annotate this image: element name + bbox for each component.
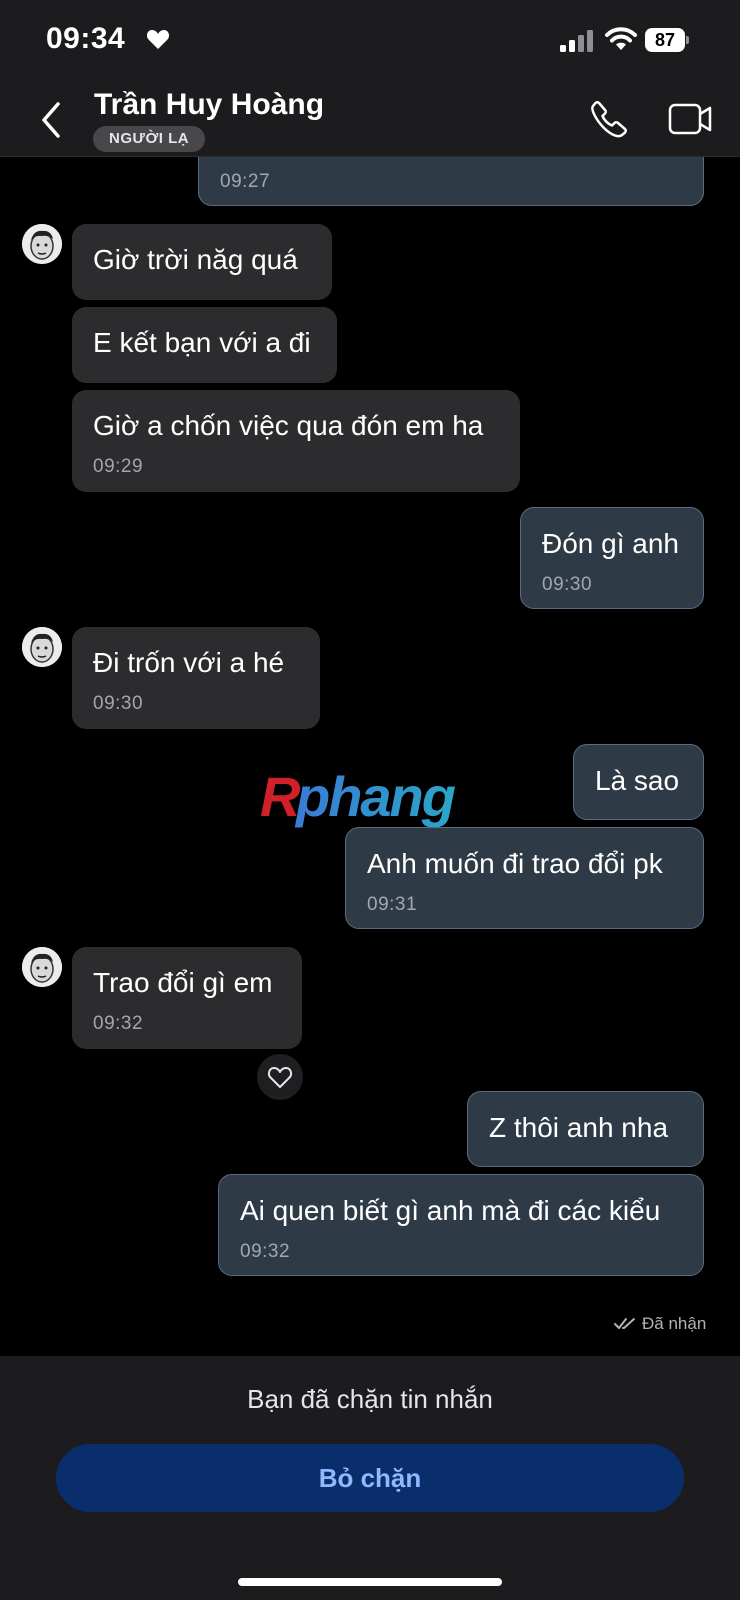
avatar-face-icon [22,947,62,987]
chat-header-overlay: Trần Huy Hoàng NGƯỜI LẠ [0,86,740,156]
svg-text:phang: phang [294,766,456,828]
contact-name[interactable]: Trần Huy Hoàng [94,88,324,122]
avatar[interactable] [22,947,62,987]
watermark-logo: R phang [260,766,458,828]
avatar-face-icon [22,224,62,264]
message-text: Là sao [595,765,680,796]
message-bubble-outgoing[interactable]: Là sao [573,744,704,820]
message-text: Ai quen biết gì anh mà đi các kiểu [240,1195,661,1226]
reaction-button[interactable] [257,1054,303,1100]
message-text: Trao đổi gì em [93,967,273,998]
delivered-status: Đã nhận [642,1314,707,1333]
battery-level: 87 [645,28,685,52]
heart-icon [146,30,170,49]
message-bubble-incoming[interactable]: Trao đổi gì em 09:32 [72,947,302,1049]
avatar[interactable] [22,224,62,264]
avatar[interactable] [22,627,62,667]
unblock-button[interactable]: Bỏ chặn [56,1444,684,1512]
status-time: 09:34 [46,22,126,55]
heart-reaction-icon [267,1067,293,1088]
back-icon[interactable] [36,100,66,140]
message-text: Z thôi anh nha [489,1112,669,1143]
message-bubble-outgoing[interactable]: 09:27 [198,157,704,206]
message-bubble-incoming[interactable]: Giờ trời năg quá [72,224,332,300]
message-bubble-outgoing[interactable]: Anh muốn đi trao đổi pk 09:31 [345,827,704,929]
blocked-notice: Bạn đã chặn tin nhắn [247,1384,493,1414]
message-bubble-incoming[interactable]: E kết bạn với a đi [72,307,337,383]
message-time: 09:32 [240,1241,291,1262]
double-check-icon [614,1318,635,1329]
svg-text:R: R [260,766,301,828]
message-bubble-incoming[interactable]: Giờ a chốn việc qua đón em ha 09:29 [72,390,520,492]
message-time: 09:29 [93,456,144,477]
message-text: Giờ trời năg quá [93,244,298,275]
message-text: E kết bạn với a đi [93,327,311,358]
message-text: Đón gì anh [542,528,679,559]
message-time: 09:31 [367,894,418,915]
message-text: Anh muốn đi trao đổi pk [367,848,663,879]
message-text: Giờ a chốn việc qua đón em ha [93,410,484,441]
message-time: 09:27 [220,171,271,192]
avatar-face-icon [22,627,62,667]
stranger-badge: NGƯỜI LẠ [93,126,206,152]
home-indicator[interactable] [238,1578,502,1586]
message-time: 09:30 [93,693,144,714]
battery-indicator: 87 [645,28,689,52]
wifi-icon [605,27,637,50]
message-bubble-outgoing[interactable]: Z thôi anh nha [467,1091,704,1167]
battery-cap [686,36,689,44]
message-text: Đi trốn với a hé [93,647,285,678]
status-bar: 09:34 87 [0,0,740,86]
message-bubble-outgoing[interactable]: Ai quen biết gì anh mà đi các kiểu 09:32 [218,1174,704,1276]
signal-icon [560,30,593,52]
message-bubble-outgoing[interactable]: Đón gì anh 09:30 [520,507,704,609]
message-time: 09:30 [542,574,593,595]
video-icon[interactable] [668,102,712,136]
message-time: 09:32 [93,1013,144,1034]
blocked-panel: Bạn đã chặn tin nhắn Bỏ chặn [0,1356,740,1600]
message-bubble-incoming[interactable]: Đi trốn với a hé 09:30 [72,627,320,729]
phone-icon[interactable] [590,100,628,138]
